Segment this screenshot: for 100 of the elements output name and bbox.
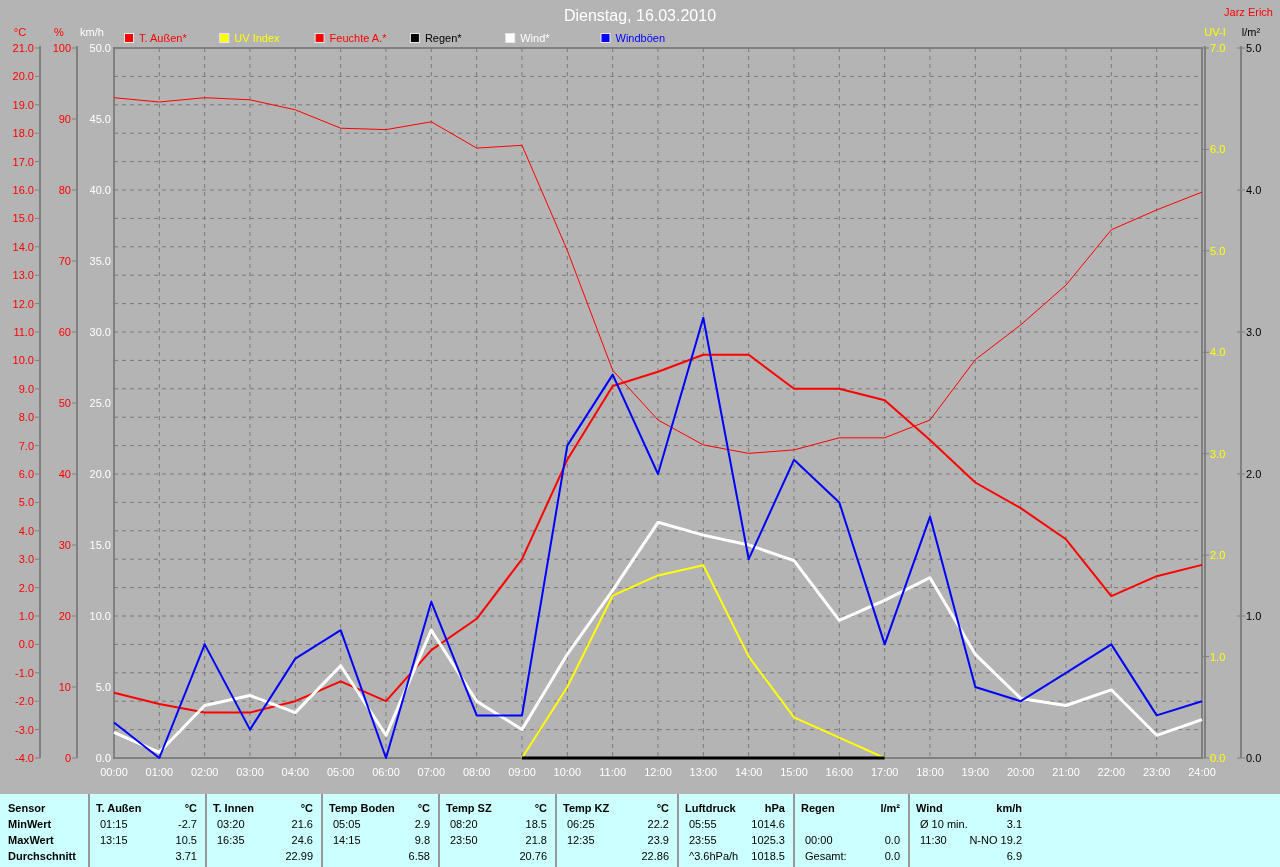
axis-tick-label: 15.0 bbox=[12, 212, 34, 225]
row-label: MinWert bbox=[8, 817, 53, 832]
axis-tick-label: 18.0 bbox=[12, 127, 34, 140]
legend-label: UV Index bbox=[234, 32, 280, 44]
axis-tick-label: 5.0 bbox=[1210, 244, 1226, 257]
axis-tick-label: 15.0 bbox=[89, 539, 111, 551]
time-axis-label: 21:00 bbox=[1052, 766, 1080, 778]
axis-tick-label: 9.0 bbox=[18, 382, 34, 395]
axis-tick-label: 30.0 bbox=[89, 326, 111, 338]
table-cell-text: 21.6 bbox=[291, 817, 313, 832]
table-cell-text: 2.9 bbox=[414, 817, 430, 832]
time-axis-label: 00:00 bbox=[100, 766, 128, 778]
table-cell-text: 0.0 bbox=[884, 833, 900, 848]
time-axis-label: 06:00 bbox=[372, 766, 400, 778]
time-axis-label: 02:00 bbox=[190, 766, 219, 778]
time-axis-label: 16:00 bbox=[825, 766, 854, 778]
axis-tick-label: 5.0 bbox=[1246, 42, 1262, 54]
time-axis-label: 23:00 bbox=[1142, 766, 1171, 778]
axis-tick-label: 3.0 bbox=[18, 553, 34, 566]
axis-tick-label: 50 bbox=[58, 397, 71, 409]
table-cell-text: 9.8 bbox=[414, 833, 430, 848]
axis-unit-label: km/h bbox=[80, 26, 104, 38]
unit-label: hPa bbox=[764, 801, 785, 816]
table-cell-text: 22.86 bbox=[641, 849, 669, 864]
axis-tick-label: 70 bbox=[58, 255, 71, 267]
unit-label: l/m² bbox=[880, 801, 900, 816]
table-cell-text: Ø 10 min. bbox=[920, 817, 968, 832]
legend-label: Feuchte A.* bbox=[329, 32, 387, 44]
axis-tick-label: 4.0 bbox=[18, 524, 34, 537]
table-cell-text: 22.2 bbox=[647, 817, 669, 832]
legend-label: Regen* bbox=[424, 32, 462, 44]
axis-tick-label: 40 bbox=[58, 468, 71, 480]
legend-label: Wind* bbox=[520, 32, 550, 44]
axis-tick-label: 40.0 bbox=[89, 184, 111, 196]
time-axis-label: 20:00 bbox=[1006, 766, 1035, 778]
table-cell-text: 3.1 bbox=[1006, 817, 1022, 832]
axis-tick-label: 45.0 bbox=[89, 113, 111, 125]
axis-tick-label: 6.0 bbox=[18, 468, 34, 480]
column-header: T. Außen bbox=[96, 801, 142, 816]
unit-label: °C bbox=[300, 801, 313, 816]
time-axis-label: 08:00 bbox=[462, 766, 491, 778]
table-cell-text: 03:20 bbox=[217, 817, 245, 832]
time-axis-label: 11:00 bbox=[599, 766, 627, 778]
unit-label: °C bbox=[534, 801, 547, 816]
axis-tick-label: 80 bbox=[58, 184, 71, 196]
axis-tick-label: 20.0 bbox=[89, 468, 111, 480]
axis-tick-label: 1.0 bbox=[1246, 610, 1262, 622]
axis-unit-label: °C bbox=[13, 26, 27, 38]
axis-tick-label: 17.0 bbox=[12, 155, 34, 168]
column-header: Temp Boden bbox=[329, 801, 395, 816]
column-header: Luftdruck bbox=[685, 801, 736, 816]
axis-tick-label: -4.0 bbox=[15, 752, 34, 764]
table-cell-text: ^3.6hPa/h bbox=[689, 849, 739, 864]
axis-tick-label: 35.0 bbox=[89, 255, 111, 267]
axis-tick-label: -1.0 bbox=[15, 666, 34, 679]
time-axis-label: 05:00 bbox=[326, 766, 355, 778]
column-header: Temp SZ bbox=[446, 801, 492, 816]
column-header: Temp KZ bbox=[563, 801, 610, 816]
time-axis-label: 10:00 bbox=[553, 766, 582, 778]
table-cell-text: 3.71 bbox=[175, 849, 197, 864]
axis-tick-label: 25.0 bbox=[89, 397, 111, 409]
table-cell-text: 18.5 bbox=[525, 817, 547, 832]
author-label: Jarz Erich bbox=[1224, 6, 1273, 18]
axis-tick-label: 21.0 bbox=[12, 42, 34, 54]
table-cell-text: 14:15 bbox=[333, 833, 361, 848]
table-cell-text: 01:15 bbox=[100, 817, 128, 832]
axis-unit-label: % bbox=[54, 26, 64, 38]
axis-tick-label: 12.0 bbox=[12, 297, 34, 310]
table-cell-text: 23:50 bbox=[450, 833, 478, 848]
table-cell-text: 16:35 bbox=[217, 833, 245, 848]
axis-tick-label: 16.0 bbox=[12, 184, 34, 196]
axis-tick-label: 11.0 bbox=[13, 326, 34, 338]
axis-tick-label: 4.0 bbox=[1210, 346, 1226, 359]
axis-tick-label: 1.0 bbox=[1210, 650, 1226, 663]
table-cell-text: 12:35 bbox=[567, 833, 595, 848]
axis-tick-label: 10.0 bbox=[89, 610, 111, 622]
axis-unit-label: UV-I bbox=[1204, 26, 1226, 38]
axis-tick-label: 14.0 bbox=[12, 240, 34, 253]
time-axis-label: 17:00 bbox=[870, 766, 899, 778]
table-cell-text: 1014.6 bbox=[751, 817, 785, 832]
axis-tick-label: 13.0 bbox=[12, 269, 34, 282]
time-axis-label: 07:00 bbox=[417, 766, 446, 778]
axis-tick-label: 10.0 bbox=[12, 354, 34, 367]
table-cell-text: Gesamt: bbox=[805, 849, 847, 864]
table-cell-text: 1018.5 bbox=[751, 849, 785, 864]
axis-tick-label: 3.0 bbox=[1246, 326, 1262, 338]
axis-tick-label: 7.0 bbox=[18, 439, 34, 452]
table-cell-text: 13:15 bbox=[100, 833, 128, 848]
table-cell-text: 20.76 bbox=[519, 849, 547, 864]
axis-tick-label: 8.0 bbox=[18, 411, 34, 424]
axis-tick-label: 60 bbox=[58, 326, 71, 338]
table-cell-text: 1025.3 bbox=[751, 833, 785, 848]
column-header: T. Innen bbox=[213, 801, 254, 816]
table-cell-text: -2.7 bbox=[178, 817, 197, 832]
time-axis-label: 18:00 bbox=[916, 766, 944, 778]
axis-tick-label: 4.0 bbox=[1246, 184, 1262, 196]
unit-label: °C bbox=[184, 801, 197, 816]
axis-tick-label: 2.0 bbox=[1210, 549, 1226, 562]
row-label: Sensor bbox=[8, 801, 47, 816]
table-cell-text: 6.9 bbox=[1006, 849, 1022, 864]
